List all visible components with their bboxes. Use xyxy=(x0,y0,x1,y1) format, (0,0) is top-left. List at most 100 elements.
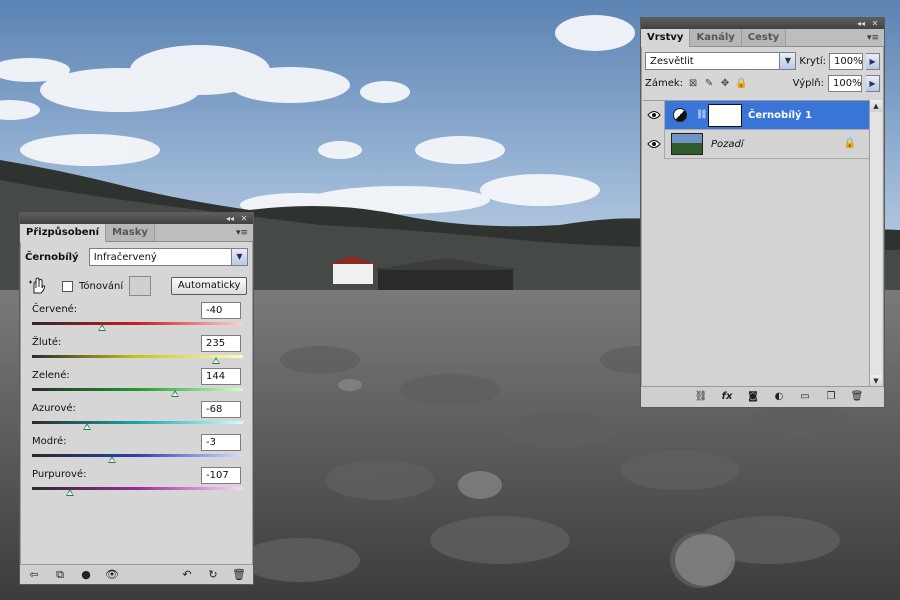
slider-value-input[interactable]: -40 xyxy=(201,302,241,319)
adjustment-title: Černobílý xyxy=(25,251,79,263)
slider-thumb[interactable] xyxy=(65,489,74,496)
new-adjustment-layer-icon[interactable]: ◐ xyxy=(772,390,786,404)
slider-yellow: Žluté: 235 xyxy=(20,335,253,368)
back-arrow-icon[interactable]: ⇦ xyxy=(26,568,42,582)
lock-all-icon[interactable]: 🔒 xyxy=(735,78,747,90)
panel-menu-icon[interactable]: ▾≡ xyxy=(866,32,880,44)
tint-color-swatch[interactable] xyxy=(129,276,152,296)
slider-label: Žluté: xyxy=(32,337,62,348)
chevron-down-icon[interactable]: ▼ xyxy=(231,249,247,265)
layers-panel: ◂◂ ✕ Vrstvy Kanály Cesty ▾≡ Zesvětlit ▼ … xyxy=(640,17,885,408)
scroll-up-icon[interactable]: ▲ xyxy=(870,100,882,112)
opacity-slider-arrow-icon[interactable]: ▶ xyxy=(866,52,880,70)
slider-value-input[interactable]: -68 xyxy=(201,401,241,418)
panel-menu-icon[interactable]: ▾≡ xyxy=(235,227,249,239)
adjustments-panel: ◂◂ ✕ Přizpůsobení Masky ▾≡ Černobílý Inf… xyxy=(19,212,254,585)
link-layers-icon[interactable]: ⛓ xyxy=(694,390,708,404)
layer-row[interactable]: Pozadí 🔒 xyxy=(643,129,870,159)
slider-blue: Modré: -3 xyxy=(20,434,253,467)
chevron-down-icon[interactable]: ▼ xyxy=(779,53,796,69)
slider-magenta: Purpurové: -107 xyxy=(20,467,253,500)
adjustments-bottom-bar: ⇦ ⧉ ● 👁 ↶ ↻ 🗑 xyxy=(20,564,253,584)
new-layer-icon[interactable]: ❐ xyxy=(824,390,838,404)
visibility-eye-icon[interactable] xyxy=(643,129,665,159)
slider-thumb[interactable] xyxy=(108,456,117,463)
collapse-icon[interactable]: ◂◂ xyxy=(224,214,236,223)
opacity-label: Krytí: xyxy=(799,55,827,67)
slider-green: Zelené: 144 xyxy=(20,368,253,401)
slider-cyan: Azurové: -68 xyxy=(20,401,253,434)
tint-checkbox[interactable] xyxy=(62,280,73,292)
layers-scrollbar[interactable]: ▲ ▼ xyxy=(869,100,882,387)
fill-slider-arrow-icon[interactable]: ▶ xyxy=(866,75,880,92)
slider-label: Modré: xyxy=(32,436,67,447)
add-mask-icon[interactable]: ◙ xyxy=(746,390,760,404)
panel-title-bar[interactable]: ◂◂ ✕ xyxy=(20,213,253,224)
layers-bottom-bar: ⛓ fx ◙ ◐ ▭ ❐ 🗑 xyxy=(641,386,884,407)
layer-list: ⛓ Černobílý 1 Pozadí 🔒 xyxy=(643,100,870,387)
slider-thumb[interactable] xyxy=(211,357,220,364)
fill-input[interactable]: 100% xyxy=(828,75,862,92)
tab-masks[interactable]: Masky xyxy=(106,224,155,241)
blend-mode-value: Zesvětlit xyxy=(650,55,694,67)
new-group-folder-icon[interactable]: ▭ xyxy=(798,390,812,404)
slider-thumb[interactable] xyxy=(171,390,180,397)
visibility-eye-icon[interactable] xyxy=(643,100,665,130)
slider-red: Červené: -40 xyxy=(20,302,253,335)
preset-value: Infračervený xyxy=(93,251,157,263)
lock-pixels-icon[interactable]: ✎ xyxy=(703,78,715,90)
auto-button[interactable]: Automaticky xyxy=(171,277,248,295)
slider-thumb[interactable] xyxy=(97,324,106,331)
expand-view-icon[interactable]: ⧉ xyxy=(52,568,68,582)
layer-name: Pozadí xyxy=(711,138,744,150)
layer-mask-thumbnail[interactable] xyxy=(708,103,742,127)
link-chain-icon[interactable]: ⛓ xyxy=(696,110,707,120)
tab-paths[interactable]: Cesty xyxy=(741,29,787,46)
fill-label: Výplň: xyxy=(792,78,824,89)
visibility-eye-icon[interactable]: 👁 xyxy=(104,568,120,582)
layer-thumbnail[interactable] xyxy=(671,133,703,155)
layer-row[interactable]: ⛓ Černobílý 1 xyxy=(643,100,870,130)
targeted-adjustment-hand-icon[interactable] xyxy=(28,276,48,296)
lock-icon: 🔒 xyxy=(843,138,856,149)
slider-label: Červené: xyxy=(32,304,78,315)
slider-track[interactable] xyxy=(32,322,243,325)
preset-select[interactable]: Infračervený ▼ xyxy=(88,248,248,266)
adjustments-tabs: Přizpůsobení Masky ▾≡ xyxy=(20,224,253,242)
lock-position-icon[interactable]: ✥ xyxy=(719,78,731,90)
layer-style-fx-icon[interactable]: fx xyxy=(720,390,734,404)
slider-label: Zelené: xyxy=(32,370,70,381)
slider-label: Azurové: xyxy=(32,403,76,414)
black-white-adjustment-icon xyxy=(673,108,687,122)
close-icon[interactable]: ✕ xyxy=(869,19,881,28)
collapse-icon[interactable]: ◂◂ xyxy=(855,19,867,28)
layers-tabs: Vrstvy Kanály Cesty ▾≡ xyxy=(641,29,884,47)
tab-adjustments[interactable]: Přizpůsobení xyxy=(20,224,107,242)
slider-value-input[interactable]: 235 xyxy=(201,335,241,352)
slider-thumb[interactable] xyxy=(82,423,91,430)
color-sliders: Červené: -40 Žluté: 235 Zelené: 144 Azur… xyxy=(20,302,253,500)
lock-label: Zámek: xyxy=(645,78,684,89)
reset-icon[interactable]: ↻ xyxy=(205,568,221,582)
slider-track[interactable] xyxy=(32,454,243,457)
slider-value-input[interactable]: -3 xyxy=(201,434,241,451)
tint-label: Tónování xyxy=(79,280,124,292)
slider-label: Purpurové: xyxy=(32,469,87,480)
slider-value-input[interactable]: 144 xyxy=(201,368,241,385)
close-icon[interactable]: ✕ xyxy=(238,214,250,223)
slider-track[interactable] xyxy=(32,421,243,424)
blend-mode-select[interactable]: Zesvětlit ▼ xyxy=(645,52,797,70)
panel-title-bar[interactable]: ◂◂ ✕ xyxy=(641,18,884,29)
layer-name: Černobílý 1 xyxy=(748,109,813,121)
clip-to-layer-icon[interactable]: ● xyxy=(78,568,94,582)
slider-track[interactable] xyxy=(32,388,243,391)
view-previous-icon[interactable]: ↶ xyxy=(179,568,195,582)
lock-transparency-icon[interactable]: ⊠ xyxy=(687,78,699,90)
slider-track[interactable] xyxy=(32,487,243,490)
trash-icon[interactable]: 🗑 xyxy=(850,390,864,404)
tab-layers[interactable]: Vrstvy xyxy=(641,29,691,47)
opacity-input[interactable]: 100% xyxy=(829,52,864,70)
trash-icon[interactable]: 🗑 xyxy=(231,568,247,582)
slider-value-input[interactable]: -107 xyxy=(201,467,241,484)
tab-channels[interactable]: Kanály xyxy=(690,29,742,46)
